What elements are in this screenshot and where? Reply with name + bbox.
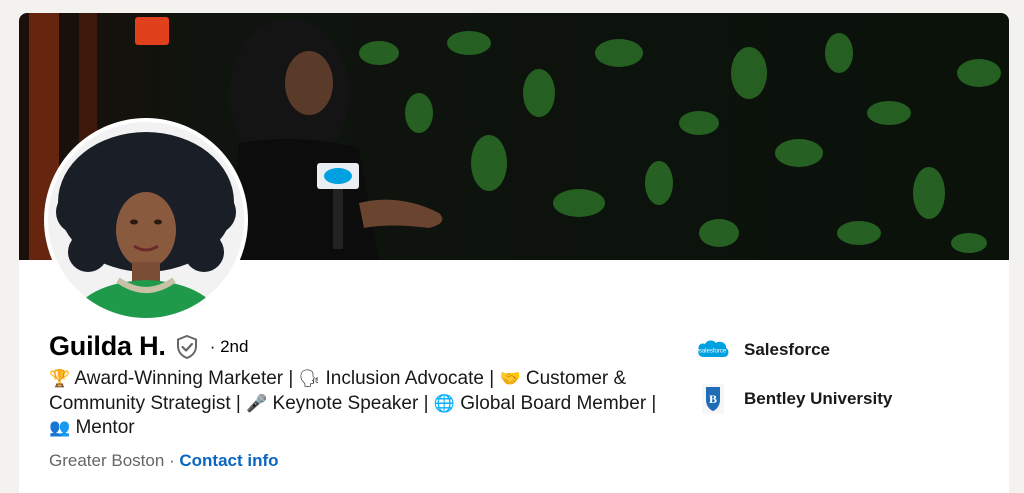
people-icon: 👥 (49, 418, 71, 438)
contact-info-link[interactable]: Contact info (179, 451, 278, 470)
headline-segment: Mentor (70, 417, 135, 438)
headline-segment: Award-Winning Marketer | (70, 368, 299, 389)
handshake-icon: 🤝 (499, 369, 521, 389)
separator-dot: · (164, 451, 180, 470)
svg-text:salesforce: salesforce (699, 349, 727, 355)
headline-segment: Keynote Speaker | (267, 392, 434, 414)
profile-avatar[interactable] (48, 122, 244, 318)
profile-experience-list: salesforce Salesforce B Bentley Universi… (696, 335, 892, 433)
headline-segment: Inclusion Advocate | (320, 368, 500, 389)
headline-segment: Global Board Member | (455, 392, 657, 414)
experience-item-bentley-university[interactable]: B Bentley University (696, 384, 892, 414)
profile-name: Guilda H. (49, 331, 166, 361)
profile-location: Greater Boston (49, 451, 165, 470)
experience-name: Bentley University (744, 389, 893, 408)
verified-shield-icon[interactable] (174, 334, 200, 360)
speaking-head-icon: 🗣 (298, 369, 321, 389)
experience-item-salesforce[interactable]: salesforce Salesforce (696, 335, 892, 365)
profile-name-row: Guilda H. · 2nd (49, 331, 248, 362)
microphone-icon: 🎤 (246, 393, 268, 414)
trophy-icon: 🏆 (49, 369, 71, 389)
salesforce-logo-icon: salesforce (696, 335, 730, 365)
connection-degree: · 2nd (209, 336, 249, 356)
globe-icon: 🌐 (433, 393, 455, 414)
experience-name: Salesforce (744, 340, 830, 359)
svg-text:B: B (709, 392, 717, 406)
profile-headline: 🏆 Award-Winning Marketer | 🗣 Inclusion A… (49, 367, 669, 441)
bentley-shield-icon: B (696, 384, 730, 414)
profile-location-row: Greater Boston · Contact info (49, 451, 279, 471)
profile-card: Guilda H. · 2nd 🏆 Award-Winning Marketer… (19, 13, 1009, 493)
